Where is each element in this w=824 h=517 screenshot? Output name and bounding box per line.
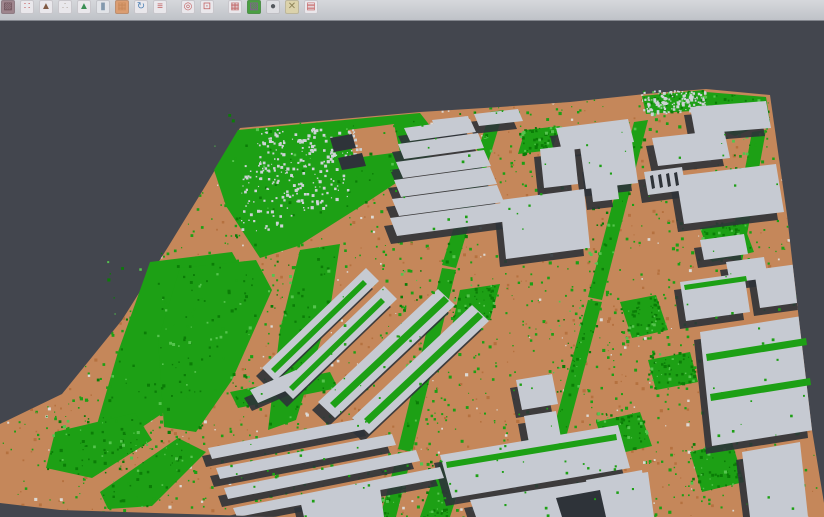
dsm-button[interactable]: ▲ (76, 0, 92, 15)
flag-icon: ▤ (304, 0, 318, 14)
georeference-button[interactable]: ↻ (133, 0, 149, 15)
classification-map-button[interactable]: ▧ (246, 0, 262, 15)
building-roof (742, 442, 808, 517)
bounding-box-icon: ⊡ (200, 0, 214, 14)
building-roof (524, 411, 561, 443)
orthophoto-button[interactable]: ▦ (114, 0, 130, 15)
flag-button[interactable]: ▤ (303, 0, 319, 15)
sparse-cloud-icon: ∴ (58, 0, 72, 14)
toolbar-group-3: ▦ ▧ ● ✕ ▤ (227, 0, 319, 15)
building-roof (588, 161, 619, 202)
scene-svg[interactable] (0, 22, 824, 517)
classify-points-icon: ∷ (20, 0, 34, 14)
grid-icon: ▦ (228, 0, 242, 14)
building-roof (500, 189, 590, 259)
sparse-cloud-button[interactable]: ∴ (57, 0, 73, 15)
main-toolbar: ▨∷▲∴▲▮▦↻≡◎⊡▦▧●✕▤ (0, 0, 824, 21)
camera-button[interactable]: ● (265, 0, 281, 15)
profile-button[interactable]: ▮ (95, 0, 111, 15)
texture-button[interactable]: ▨ (0, 0, 16, 15)
target-icon: ◎ (181, 0, 195, 14)
bounding-box-button[interactable]: ⊡ (199, 0, 215, 15)
target-button[interactable]: ◎ (180, 0, 196, 15)
viewport-3d[interactable] (0, 22, 824, 517)
markers-icon: ✕ (285, 0, 299, 14)
texture-icon: ▨ (1, 0, 15, 14)
toolbar-group-2: ◎⊡ (180, 0, 215, 15)
report-icon: ≡ (153, 0, 167, 14)
classify-points-button[interactable]: ∷ (19, 0, 35, 15)
classification-map-icon: ▧ (247, 0, 261, 14)
georeference-icon: ↻ (134, 0, 148, 14)
building-roof (516, 374, 558, 410)
building-roof (754, 264, 804, 308)
markers-button[interactable]: ✕ (284, 0, 300, 15)
grid-button[interactable]: ▦ (227, 0, 243, 15)
dtm-button[interactable]: ▲ (38, 0, 54, 15)
toolbar-group-1: ▨ ∷ ▲ ∴ ▲ ▮ ▦ ↻ ≡ (0, 0, 168, 15)
orthophoto-icon: ▦ (115, 0, 129, 14)
camera-icon: ● (266, 0, 280, 14)
report-button[interactable]: ≡ (152, 0, 168, 15)
profile-icon: ▮ (96, 0, 110, 14)
dtm-icon: ▲ (39, 0, 53, 14)
building-roof (540, 145, 578, 188)
dsm-icon: ▲ (77, 0, 91, 14)
building-roof (644, 167, 686, 195)
